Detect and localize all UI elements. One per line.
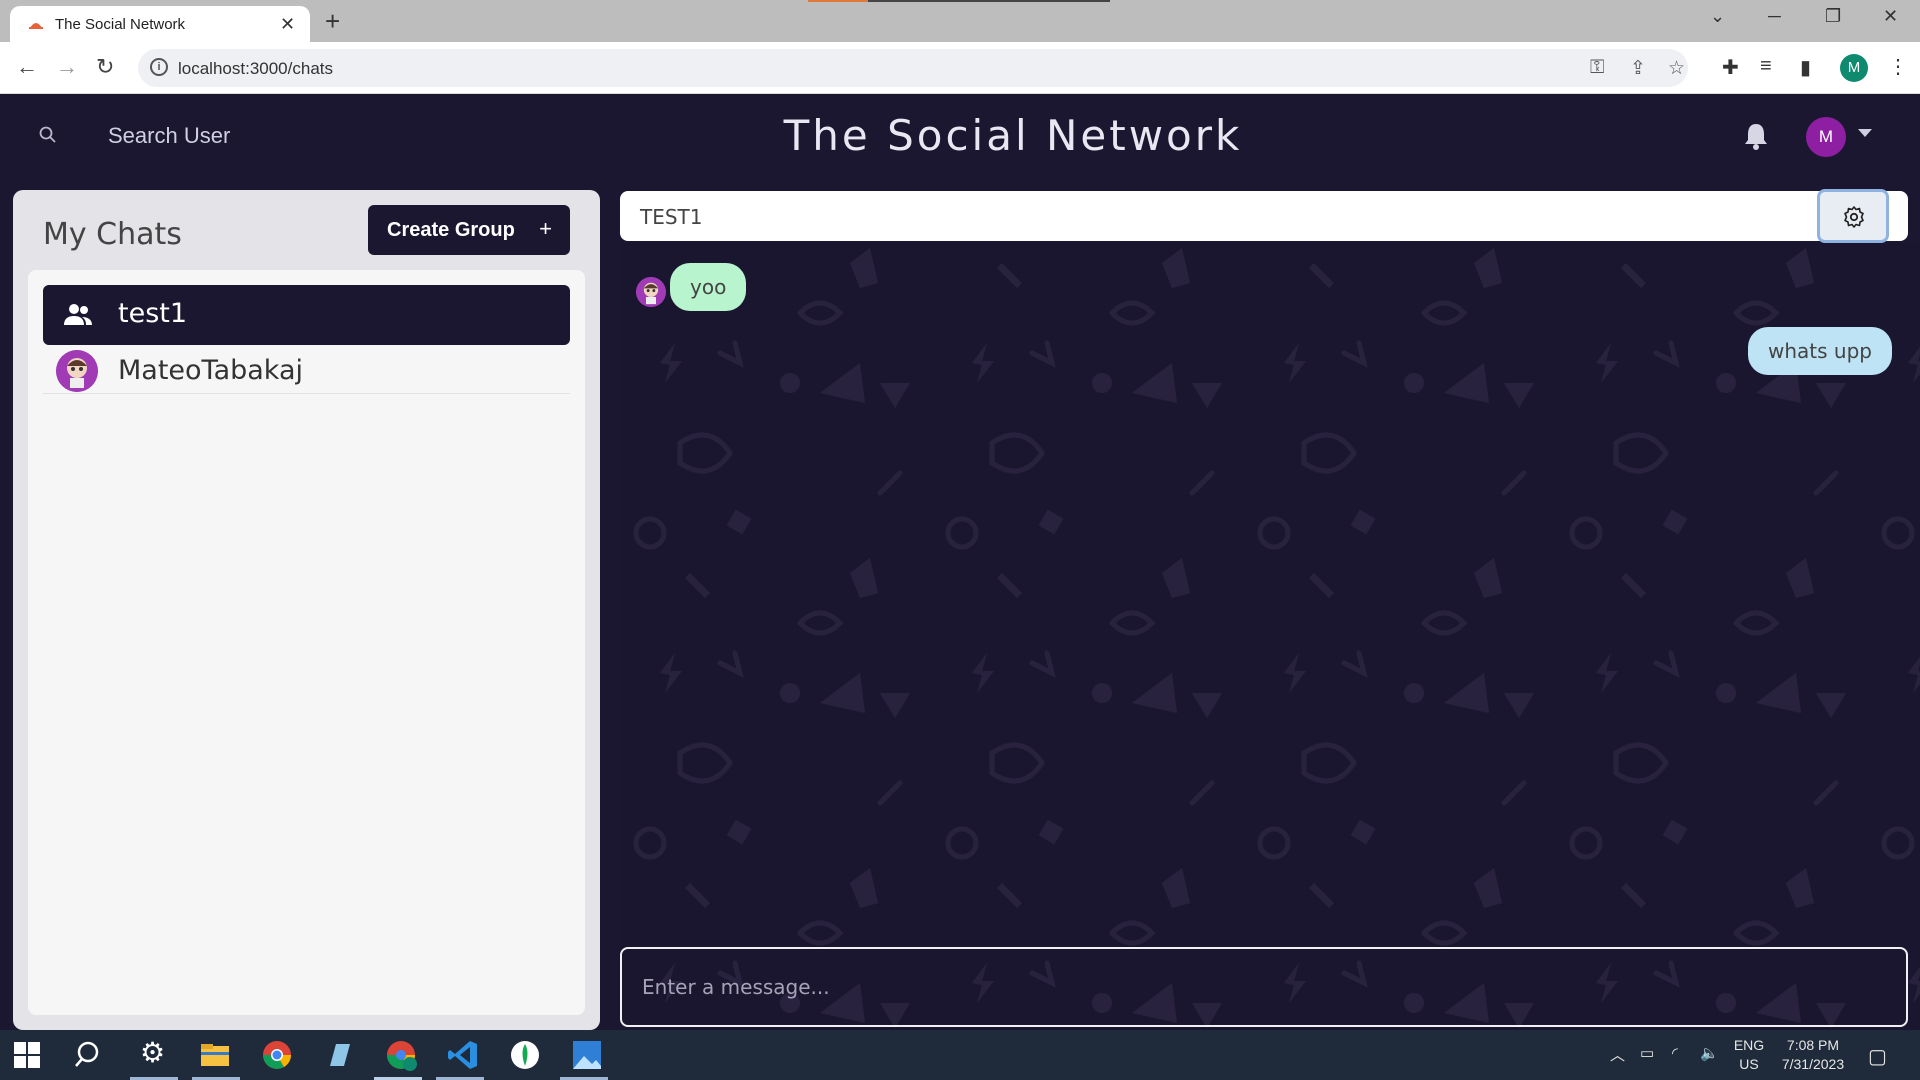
favicon-icon: [29, 23, 43, 29]
create-group-label: Create Group: [387, 218, 515, 241]
site-info-icon[interactable]: i: [150, 58, 168, 76]
mongodb-compass-icon[interactable]: [508, 1038, 542, 1072]
notes-app-icon[interactable]: [322, 1038, 356, 1072]
photos-app-icon[interactable]: [570, 1038, 604, 1072]
chat-messages-area[interactable]: yoo whats upp: [620, 243, 1920, 1030]
region-code: US: [1739, 1056, 1759, 1072]
chat-settings-button[interactable]: [1817, 189, 1889, 243]
chat-item-test1[interactable]: test1: [43, 285, 570, 345]
group-icon: [64, 304, 92, 325]
windows-start-icon[interactable]: [14, 1042, 40, 1068]
file-explorer-icon[interactable]: [198, 1038, 232, 1072]
extensions-icon[interactable]: ✚: [1722, 55, 1739, 80]
browser-toolbar: ← → ↻ i localhost:3000/chats ⚿ ⇪ ☆ ✚ ≡ ▮…: [0, 42, 1920, 94]
brand-title: The Social Network: [783, 111, 1243, 160]
chevron-down-icon[interactable]: [1858, 129, 1872, 137]
incoming-message-bubble: yoo: [670, 263, 747, 311]
message-sender-avatar: [636, 277, 666, 307]
side-panel-icon[interactable]: ▮: [1800, 55, 1811, 80]
address-bar[interactable]: i localhost:3000/chats ⚿ ⇪ ☆: [138, 49, 1688, 87]
forward-button[interactable]: →: [56, 54, 78, 80]
show-hidden-icons-chevron-icon[interactable]: ︿: [1610, 1044, 1625, 1065]
app-root: Search User The Social Network M My Chat…: [0, 95, 1920, 1030]
tab-title: The Social Network: [55, 16, 186, 33]
create-group-button[interactable]: Create Group +: [368, 205, 570, 255]
tab-close-button[interactable]: ✕: [280, 14, 295, 35]
vscode-icon[interactable]: [446, 1038, 480, 1072]
wifi-icon[interactable]: ◜: [1672, 1044, 1678, 1062]
os-taskbar: ⚙ ︿ ▭ ◜ 🔈 ENG US 7:08 PM 7/31/2023 ▢: [0, 1030, 1920, 1080]
browser-tab[interactable]: The Social Network ✕: [10, 6, 310, 42]
avatar-illustration-icon: [636, 277, 666, 307]
my-chats-title: My Chats: [43, 217, 182, 252]
reload-button[interactable]: ↻: [96, 54, 114, 80]
input-language[interactable]: ENG US: [1732, 1036, 1766, 1074]
chat-item-label: test1: [118, 298, 188, 329]
url-text[interactable]: localhost:3000/chats: [178, 59, 333, 79]
volume-icon[interactable]: 🔈: [1700, 1044, 1719, 1062]
browser-menu-icon[interactable]: ⋮: [1888, 54, 1908, 79]
chrome-profile-icon[interactable]: [384, 1038, 418, 1072]
password-key-icon[interactable]: ⚿: [1590, 57, 1604, 79]
chat-list: test1 MateoTabakaj: [28, 270, 585, 1015]
plus-icon: +: [539, 216, 552, 241]
outgoing-message-bubble: whats upp: [1748, 327, 1892, 375]
back-button[interactable]: ←: [16, 54, 38, 80]
message-input[interactable]: [622, 949, 1906, 1025]
tab-progress-bar: [808, 0, 1110, 2]
bookmark-star-icon[interactable]: ☆: [1668, 57, 1685, 80]
close-window-button[interactable]: ✕: [1883, 6, 1898, 27]
clock-time: 7:08 PM: [1786, 1037, 1840, 1053]
restore-button[interactable]: ❐: [1825, 6, 1841, 27]
avatar: [56, 350, 98, 392]
chrome-icon[interactable]: [260, 1038, 294, 1072]
chat-item-label: MateoTabakaj: [118, 355, 304, 386]
share-icon[interactable]: ⇪: [1630, 57, 1646, 80]
chat-title: TEST1: [640, 205, 703, 229]
clock[interactable]: 7:08 PM 7/31/2023: [1776, 1036, 1850, 1074]
minimize-button[interactable]: ─: [1768, 6, 1781, 27]
background-pattern: [620, 243, 1920, 1030]
message-composer: [620, 947, 1908, 1027]
my-chats-panel: My Chats Create Group + test1 MateoTabak…: [13, 190, 600, 1030]
avatar-illustration-icon: [56, 350, 98, 392]
chat-header: TEST1: [620, 189, 1908, 243]
gear-icon: [1844, 206, 1864, 228]
browser-tabbar: The Social Network ✕ + ⌄ ─ ❐ ✕: [0, 0, 1920, 42]
new-tab-button[interactable]: +: [325, 6, 340, 37]
top-navbar: Search User The Social Network M: [0, 95, 1920, 175]
notification-center-icon[interactable]: ▢: [1868, 1044, 1887, 1069]
bell-icon[interactable]: [1742, 121, 1770, 151]
list-divider: [43, 393, 570, 394]
settings-app-icon[interactable]: ⚙: [140, 1036, 165, 1069]
clock-date: 7/31/2023: [1781, 1056, 1845, 1072]
media-queue-icon[interactable]: ≡: [1760, 55, 1772, 78]
taskbar-search-icon[interactable]: [72, 1038, 106, 1072]
tab-search-icon[interactable]: ⌄: [1710, 6, 1725, 27]
user-avatar[interactable]: M: [1806, 117, 1846, 157]
browser-profile-avatar[interactable]: M: [1840, 54, 1868, 82]
battery-icon[interactable]: ▭: [1640, 1044, 1654, 1062]
language-code: ENG: [1733, 1037, 1765, 1053]
